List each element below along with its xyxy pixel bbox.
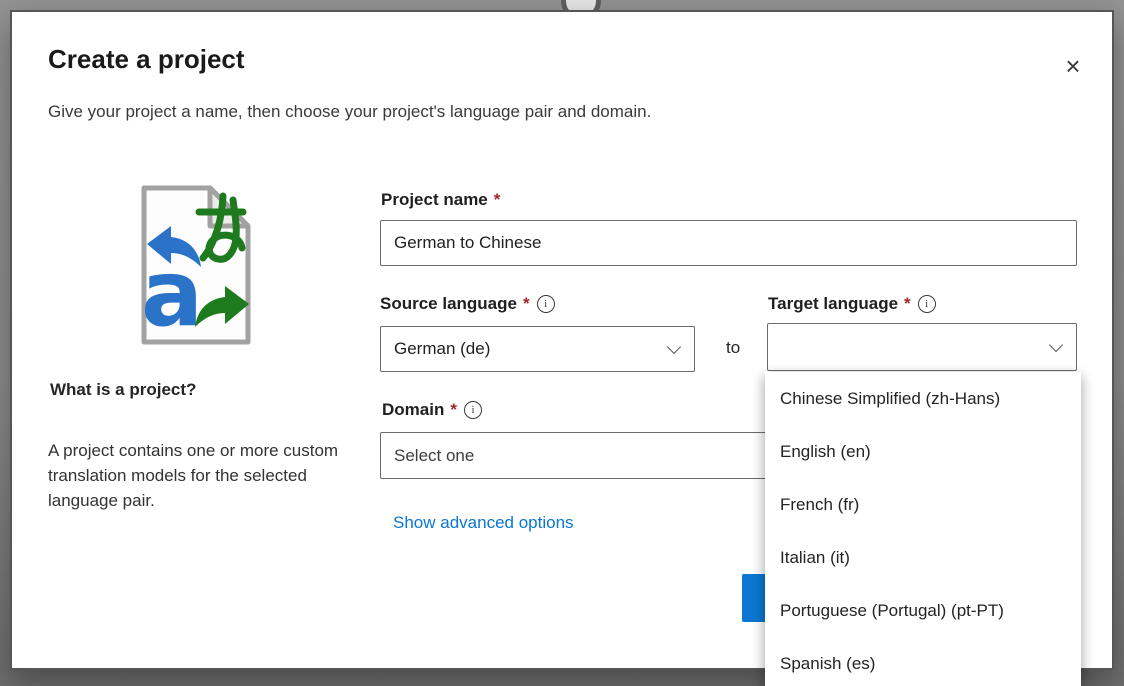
dialog-title: Create a project bbox=[48, 44, 245, 75]
close-icon: × bbox=[1065, 51, 1080, 81]
info-icon[interactable]: i bbox=[464, 401, 482, 419]
show-advanced-options-link[interactable]: Show advanced options bbox=[393, 513, 574, 533]
close-button[interactable]: × bbox=[1055, 48, 1091, 84]
dropdown-option[interactable]: Chinese Simplified (zh-Hans) bbox=[765, 372, 1081, 425]
target-language-dropdown[interactable] bbox=[767, 323, 1077, 371]
target-language-label: Target language * i bbox=[768, 294, 936, 314]
info-icon-glyph: i bbox=[471, 404, 474, 416]
dropdown-option[interactable]: Spanish (es) bbox=[765, 637, 1081, 686]
required-asterisk: * bbox=[523, 294, 530, 314]
dropdown-option[interactable]: Italian (it) bbox=[765, 531, 1081, 584]
source-language-dropdown[interactable]: German (de) bbox=[380, 326, 695, 372]
latin-a-glyph: a bbox=[141, 240, 203, 347]
project-name-label-text: Project name bbox=[381, 190, 488, 210]
domain-placeholder: Select one bbox=[394, 446, 474, 466]
sidebar-heading: What is a project? bbox=[50, 380, 196, 400]
target-language-listbox: Chinese Simplified (zh-Hans)English (en)… bbox=[765, 372, 1081, 686]
info-icon[interactable]: i bbox=[537, 295, 555, 313]
required-asterisk: * bbox=[450, 400, 457, 420]
dropdown-option[interactable]: French (fr) bbox=[765, 478, 1081, 531]
domain-label: Domain * i bbox=[382, 400, 482, 420]
dropdown-option[interactable]: English (en) bbox=[765, 425, 1081, 478]
info-icon-glyph: i bbox=[925, 298, 928, 310]
sidebar-description: A project contains one or more custom tr… bbox=[48, 438, 354, 513]
project-name-input[interactable] bbox=[380, 220, 1077, 266]
domain-label-text: Domain bbox=[382, 400, 444, 420]
source-language-value: German (de) bbox=[394, 339, 490, 359]
dialog-subtitle: Give your project a name, then choose yo… bbox=[48, 102, 651, 122]
page-background: × Create a project Give your project a n… bbox=[0, 0, 1124, 686]
translator-document-icon: a bbox=[137, 182, 255, 348]
info-icon-glyph: i bbox=[544, 298, 547, 310]
create-project-dialog: × Create a project Give your project a n… bbox=[10, 10, 1114, 670]
chevron-down-icon bbox=[667, 340, 681, 354]
dropdown-option[interactable]: Portuguese (Portugal) (pt-PT) bbox=[765, 584, 1081, 637]
required-asterisk: * bbox=[494, 190, 501, 210]
source-language-label: Source language * i bbox=[380, 294, 555, 314]
language-pair-connector: to bbox=[726, 338, 740, 358]
chevron-down-icon bbox=[1049, 338, 1063, 352]
project-name-label: Project name * bbox=[381, 190, 500, 210]
info-icon[interactable]: i bbox=[918, 295, 936, 313]
source-language-label-text: Source language bbox=[380, 294, 517, 314]
required-asterisk: * bbox=[904, 294, 911, 314]
target-language-label-text: Target language bbox=[768, 294, 898, 314]
